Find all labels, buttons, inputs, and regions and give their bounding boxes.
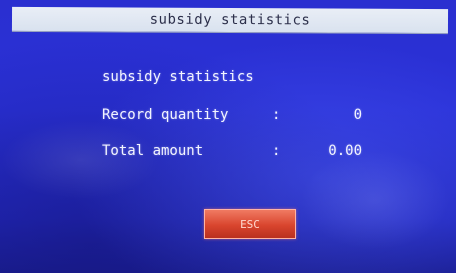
total-amount-value: 0.00 [328,143,362,159]
record-quantity-value: 0 [353,107,362,123]
total-amount-label: Total amount [102,143,204,159]
device-screen: subsidy statistics subsidy statistics Re… [0,0,456,273]
page-heading: subsidy statistics [102,69,254,85]
record-quantity-separator: : [272,107,281,123]
record-quantity-label: Record quantity [102,107,229,123]
statistics-panel: subsidy statistics Record quantity : 0 T… [12,33,452,263]
record-quantity-row: Record quantity : 0 [102,107,362,127]
window-title: subsidy statistics [149,11,311,29]
title-bar: subsidy statistics [11,6,449,35]
total-amount-row: Total amount : 0.00 [102,143,362,163]
esc-button[interactable]: ESC [204,209,296,239]
esc-button-label: ESC [240,217,260,231]
total-amount-separator: : [272,143,281,159]
